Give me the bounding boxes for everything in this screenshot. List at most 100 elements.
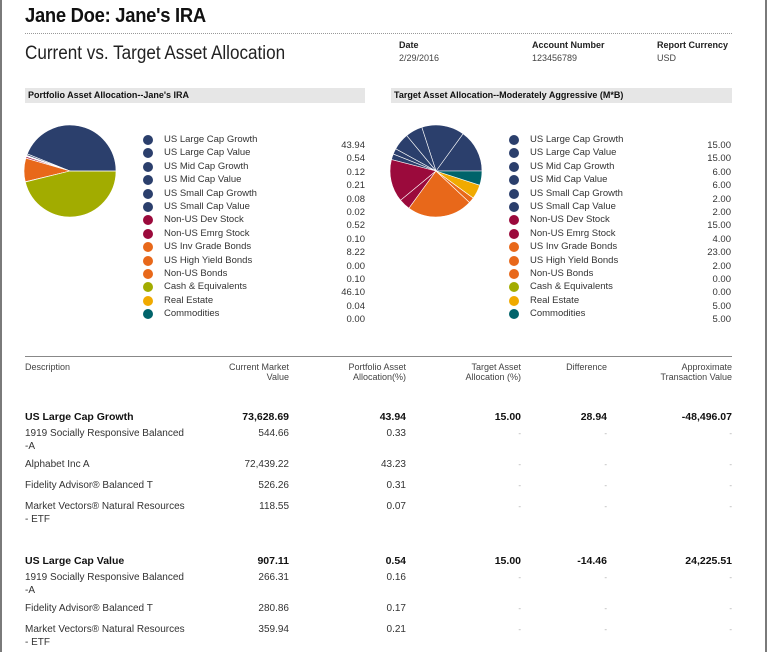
legend-value: 0.00 (325, 314, 365, 325)
legend-item-non-us-dev-stock: Non-US Dev Stock0.52 (143, 214, 368, 227)
legend-swatch-icon (509, 202, 519, 212)
legend-label: US High Yield Bonds (164, 255, 252, 266)
difference: -14.46 (521, 531, 611, 571)
holding-row: Alphabet Inc A72,439.2243.23--- (25, 458, 732, 479)
market-value: 359.94 (205, 623, 289, 654)
market-value: 118.55 (205, 500, 289, 531)
legend-item-non-us-emrg-stock: Non-US Emrg Stock0.10 (143, 228, 368, 241)
portfolio-allocation: 0.16 (289, 571, 406, 602)
legend-label: Real Estate (530, 295, 579, 306)
legend-label: US Inv Grade Bonds (164, 241, 251, 252)
legend-label: Non-US Bonds (164, 268, 227, 279)
legend-item-us-small-cap-growth: US Small Cap Growth0.08 (143, 188, 368, 201)
group-name: US Large Cap Value (25, 531, 205, 571)
legend-label: Real Estate (164, 295, 213, 306)
holding-name: Market Vectors® Natural Resources- ETF (25, 623, 205, 654)
meta-label: Account Number (532, 40, 605, 50)
empty-value-dash: - (604, 573, 607, 582)
legend-swatch-icon (143, 189, 153, 199)
holding-name: Alphabet Inc A (25, 458, 205, 479)
meta-value: USD (657, 53, 728, 63)
difference: - (521, 479, 611, 500)
legend-label: US Mid Cap Growth (530, 161, 614, 172)
legend-label: US Large Cap Value (164, 147, 250, 158)
legend-swatch-icon (509, 175, 519, 185)
market-value: 72,439.22 (205, 458, 289, 479)
table-top-rule (25, 356, 732, 357)
column-header-difference: Difference (521, 362, 611, 382)
market-value: 526.26 (205, 479, 289, 500)
legend-label: US Mid Cap Growth (164, 161, 248, 172)
target-allocation: - (406, 500, 521, 531)
transaction-value: -48,496.07 (611, 382, 732, 427)
empty-value-dash: - (518, 573, 521, 582)
legend-label: Non-US Bonds (530, 268, 593, 279)
legend-swatch-icon (509, 135, 519, 145)
holding-name: 1919 Socially Responsive Balanced-A (25, 571, 205, 602)
column-header-portfolio-allocation: Portfolio AssetAllocation(%) (289, 362, 406, 382)
difference: - (521, 500, 611, 531)
empty-value-dash: - (518, 625, 521, 634)
table-header-row: Description Current Market Value Portfol… (25, 362, 732, 382)
legend-item-us-mid-cap-value: US Mid Cap Value6.00 (509, 174, 734, 187)
legend-swatch-icon (509, 269, 519, 279)
empty-value-dash: - (604, 604, 607, 613)
target-allocation: - (406, 623, 521, 654)
legend-label: US High Yield Bonds (530, 255, 618, 266)
legend-label: Cash & Equivalents (530, 281, 613, 292)
legend-item-us-small-cap-growth: US Small Cap Growth2.00 (509, 188, 734, 201)
legend-swatch-icon (143, 282, 153, 292)
legend-label: Commodities (164, 308, 219, 319)
legend-item-non-us-bonds: Non-US Bonds0.10 (143, 268, 368, 281)
empty-value-dash: - (604, 460, 607, 469)
target-allocation: 15.00 (406, 382, 521, 427)
market-value: 544.66 (205, 427, 289, 458)
empty-value-dash: - (604, 502, 607, 511)
holding-row: Market Vectors® Natural Resources- ETF11… (25, 500, 732, 531)
legend-label: US Mid Cap Value (164, 174, 241, 185)
allocation-table: Description Current Market Value Portfol… (25, 362, 732, 654)
meta-account-number: Account Number 123456789 (532, 40, 605, 63)
legend-swatch-icon (143, 229, 153, 239)
page-title: Jane Doe: Jane's IRA (25, 5, 206, 28)
legend-item-us-inv-grade-bonds: US Inv Grade Bonds23.00 (509, 241, 734, 254)
legend-swatch-icon (143, 256, 153, 266)
legend-label: Cash & Equivalents (164, 281, 247, 292)
legend-label: US Small Cap Growth (530, 188, 623, 199)
legend-swatch-icon (509, 229, 519, 239)
legend-item-us-small-cap-value: US Small Cap Value0.02 (143, 201, 368, 214)
column-header-market-value: Current Market Value (205, 362, 289, 382)
legend-swatch-icon (509, 282, 519, 292)
legend-swatch-icon (509, 309, 519, 319)
legend-swatch-icon (143, 215, 153, 225)
meta-report-currency: Report Currency USD (657, 40, 728, 63)
target-allocation: - (406, 458, 521, 479)
portfolio-allocation: 0.17 (289, 602, 406, 623)
holding-name: Fidelity Advisor® Balanced T (25, 602, 205, 623)
column-header-description: Description (25, 362, 205, 382)
legend-item-us-high-yield-bonds: US High Yield Bonds2.00 (509, 255, 734, 268)
empty-value-dash: - (604, 481, 607, 490)
market-value: 73,628.69 (205, 382, 289, 427)
target-allocation-legend: US Large Cap Growth15.00US Large Cap Val… (509, 134, 734, 321)
legend-item-us-large-cap-value: US Large Cap Value15.00 (509, 147, 734, 160)
holding-name: Fidelity Advisor® Balanced T (25, 479, 205, 500)
meta-value: 2/29/2016 (399, 53, 439, 63)
legend-label: Non-US Dev Stock (164, 214, 244, 225)
target-allocation: 15.00 (406, 531, 521, 571)
legend-label: US Small Cap Value (530, 201, 616, 212)
legend-item-real-estate: Real Estate0.04 (143, 295, 368, 308)
legend-item-us-small-cap-value: US Small Cap Value2.00 (509, 201, 734, 214)
empty-value-dash: - (729, 502, 732, 511)
portfolio-allocation: 0.54 (289, 531, 406, 571)
legend-item-cash-and-equivalents: Cash & Equivalents46.10 (143, 281, 368, 294)
legend-label: US Large Cap Growth (164, 134, 257, 145)
transaction-value: - (611, 602, 732, 623)
legend-swatch-icon (143, 296, 153, 306)
legend-item-non-us-dev-stock: Non-US Dev Stock15.00 (509, 214, 734, 227)
empty-value-dash: - (729, 604, 732, 613)
transaction-value: - (611, 500, 732, 531)
empty-value-dash: - (518, 481, 521, 490)
holding-row: 1919 Socially Responsive Balanced-A544.6… (25, 427, 732, 458)
transaction-value: - (611, 427, 732, 458)
